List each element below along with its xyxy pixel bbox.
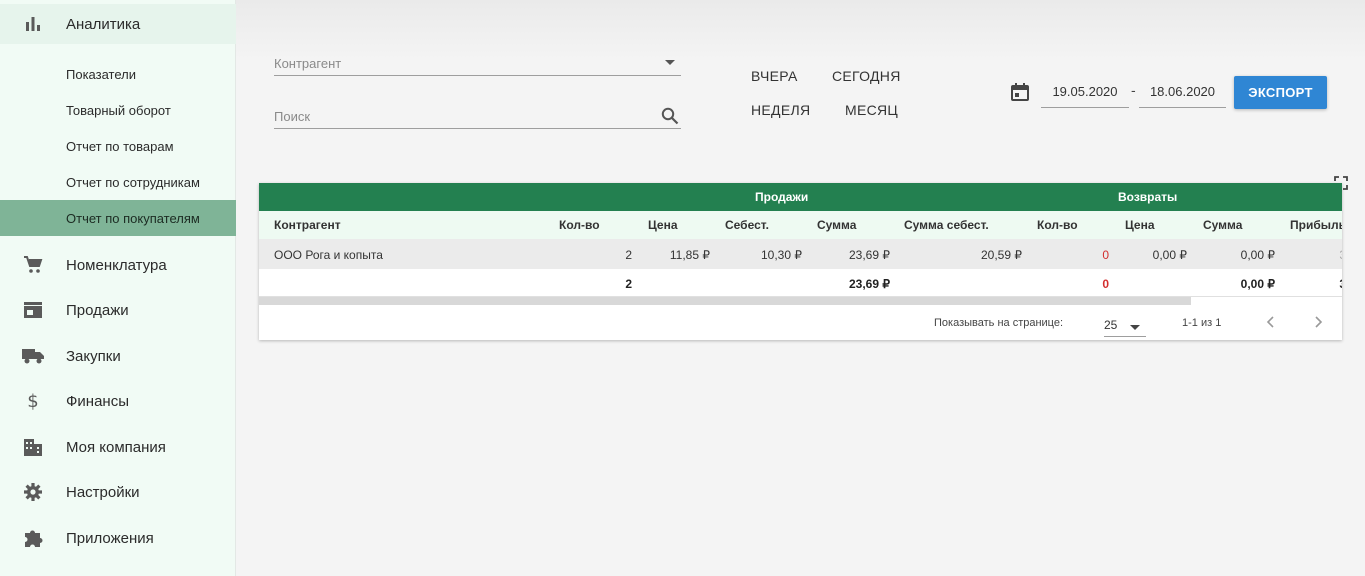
sidebar-item-label: Настройки: [66, 483, 140, 501]
sidebar-item-label: Моя компания: [66, 438, 166, 456]
puzzle-icon: [22, 527, 44, 549]
truck-icon: [22, 345, 44, 367]
sidebar-item-label: Номенклатура: [66, 256, 167, 274]
search-icon[interactable]: [661, 107, 679, 125]
date-to-input[interactable]: 18.06.2020: [1139, 80, 1226, 108]
cell-cost: 10,30 ₽: [761, 248, 802, 262]
table-header: Контрагент Кол-во Цена Себест. Сумма Сум…: [259, 211, 1342, 239]
page-range: 1-1 из 1: [1182, 317, 1222, 329]
sidebar-subitem-indicators[interactable]: Показатели: [0, 56, 236, 92]
sidebar-subitem-goods-report[interactable]: Отчет по товарам: [0, 128, 236, 164]
sidebar-subitem-turnover[interactable]: Товарный оборот: [0, 92, 236, 128]
counterparty-select[interactable]: Контрагент: [274, 48, 681, 76]
cell-sum: 23,69 ₽: [849, 248, 890, 262]
cell-counterparty: ООО Рога и копыта: [274, 248, 383, 262]
total-return-sum: 0,00 ₽: [1240, 277, 1275, 291]
table-paginator: Показывать на странице: 25 1-1 из 1: [259, 305, 1342, 340]
period-today-button[interactable]: СЕГОДНЯ: [832, 68, 901, 84]
chevron-left-icon[interactable]: [1264, 315, 1278, 329]
sidebar-item-company[interactable]: Моя компания: [0, 427, 236, 467]
sidebar-item-purchases[interactable]: Закупки: [0, 336, 236, 376]
column-header[interactable]: Сумма себест.: [904, 218, 989, 232]
building-icon: [22, 436, 44, 458]
export-button[interactable]: ЭКСПОРТ: [1234, 76, 1327, 109]
sidebar-item-label: Продажи: [66, 301, 129, 319]
column-header[interactable]: Сумма: [1203, 218, 1242, 232]
search-placeholder: Поиск: [274, 109, 311, 124]
sidebar-item-apps[interactable]: Приложения: [0, 518, 236, 558]
bar-chart-icon: [22, 13, 44, 35]
dollar-icon: $: [27, 390, 39, 412]
cell-return-sum: 0,00 ₽: [1240, 248, 1275, 262]
gear-icon: [22, 481, 44, 503]
per-page-label: Показывать на странице:: [934, 317, 1064, 329]
table-row[interactable]: ООО Рога и копыта 2 11,85 ₽ 10,30 ₽ 23,6…: [259, 239, 1342, 269]
column-header[interactable]: Сумма: [817, 218, 856, 232]
cell-price: 11,85 ₽: [669, 248, 710, 262]
cell-qty: 2: [625, 248, 632, 262]
sidebar-item-label: Финансы: [66, 392, 129, 410]
cell-return-qty: 0: [1102, 248, 1109, 262]
total-return-qty: 0: [1102, 277, 1109, 291]
sidebar-item-finance[interactable]: $ Финансы: [0, 381, 236, 421]
cell-profit: 3: [1339, 248, 1342, 262]
column-header[interactable]: Цена: [648, 218, 678, 232]
sidebar-item-sales[interactable]: Продажи: [0, 290, 236, 330]
cell-return-price: 0,00 ₽: [1152, 248, 1187, 262]
sidebar-subitem-customers-report[interactable]: Отчет по покупателям: [0, 200, 236, 236]
sidebar-item-analytics[interactable]: Аналитика: [0, 4, 236, 44]
search-input[interactable]: Поиск: [274, 101, 681, 129]
cell-cost-sum: 20,59 ₽: [981, 248, 1022, 262]
chevron-down-icon: [665, 60, 675, 65]
table-totals-row: 2 23,69 ₽ 0 0,00 ₽ 3: [259, 269, 1342, 297]
group-sales-label: Продажи: [755, 190, 809, 204]
store-icon: [22, 299, 44, 321]
sidebar-item-label: Приложения: [66, 529, 154, 547]
cart-icon: [22, 254, 44, 276]
total-profit: 3: [1339, 277, 1342, 291]
counterparty-placeholder: Контрагент: [274, 56, 342, 71]
total-qty: 2: [625, 277, 632, 291]
date-from-input[interactable]: 19.05.2020: [1041, 80, 1129, 108]
per-page-select[interactable]: 25: [1104, 313, 1146, 337]
sidebar-item-label: Аналитика: [66, 15, 141, 33]
column-header[interactable]: Прибыль: [1290, 218, 1342, 232]
column-header[interactable]: Себест.: [725, 218, 769, 232]
per-page-value: 25: [1104, 318, 1118, 332]
sidebar-item-nomenclature[interactable]: Номенклатура: [0, 245, 236, 285]
sidebar-item-label: Закупки: [66, 347, 121, 365]
period-yesterday-button[interactable]: ВЧЕРА: [751, 68, 798, 84]
chevron-right-icon[interactable]: [1311, 315, 1325, 329]
date-separator: -: [1131, 82, 1136, 98]
column-header[interactable]: Цена: [1125, 218, 1155, 232]
column-header[interactable]: Кол-во: [559, 218, 600, 232]
sidebar: Аналитика Показатели Товарный оборот Отч…: [0, 0, 236, 576]
report-table: Продажи Возвраты Контрагент Кол-во Цена …: [259, 183, 1342, 340]
column-header[interactable]: Кол-во: [1037, 218, 1078, 232]
period-week-button[interactable]: НЕДЕЛЯ: [751, 102, 810, 118]
total-sum: 23,69 ₽: [849, 277, 890, 291]
table-group-header: Продажи Возвраты: [259, 183, 1342, 211]
calendar-icon[interactable]: [1010, 82, 1030, 102]
chevron-down-icon: [1130, 325, 1140, 330]
column-header[interactable]: Контрагент: [274, 218, 341, 232]
sidebar-item-settings[interactable]: Настройки: [0, 472, 236, 512]
group-returns-label: Возвраты: [1118, 190, 1178, 204]
main-content: Контрагент Поиск ВЧЕРА СЕГОДНЯ НЕДЕЛЯ МЕ…: [236, 0, 1365, 576]
horizontal-scrollbar[interactable]: [259, 297, 1191, 305]
period-month-button[interactable]: МЕСЯЦ: [845, 102, 898, 118]
sidebar-subitem-employees-report[interactable]: Отчет по сотрудникам: [0, 164, 236, 200]
